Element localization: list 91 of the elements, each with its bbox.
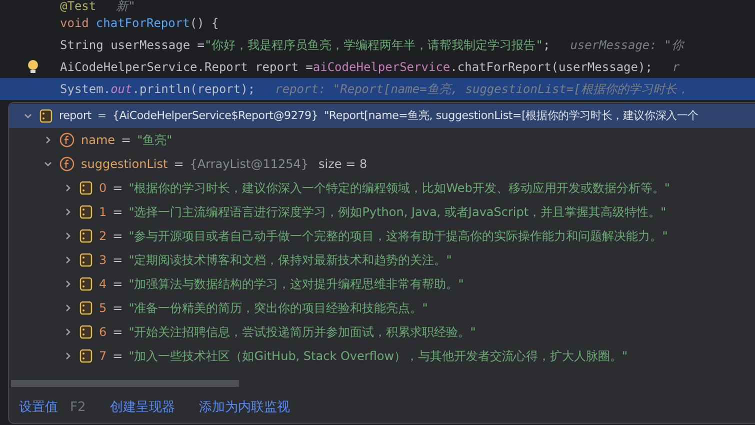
tree-row[interactable]: 6 = "开始关注招聘信息，尝试投递简历并参加面试，积累求职经验。" bbox=[9, 320, 755, 344]
lightbulb-icon[interactable] bbox=[26, 59, 40, 75]
inline-value-hint: 新" bbox=[116, 0, 136, 12]
field-name: aiCodeHelperService bbox=[312, 59, 450, 76]
method-name: chatForReport bbox=[96, 15, 190, 32]
code-text: .chatForReport(userMessage); bbox=[450, 59, 652, 76]
string-value: "根据你的学习时长，建议你深入一个特定的编程领域，比如Web开发、移动应用开发或数据分析等。" bbox=[128, 180, 670, 197]
code-text: System. bbox=[60, 81, 111, 98]
equals-sign: = bbox=[112, 300, 123, 317]
string-value: "参与开源项目或者自己动手做一个完整的项目，这将有助于提高你的实际操作能力和问题解决能力。" bbox=[128, 228, 668, 245]
static-field: out bbox=[110, 80, 132, 98]
chevron-right-icon[interactable] bbox=[63, 207, 73, 217]
tree-row[interactable]: suggestionList = {ArrayList@11254} size = 8 bbox=[9, 152, 755, 176]
variable-name: 1 bbox=[99, 204, 107, 221]
tree-row[interactable]: 0 = "根据你的学习时长，建议你深入一个特定的编程领域，比如Web开发、移动应用开发或数据分析等。" bbox=[9, 176, 755, 200]
list-icon bbox=[79, 181, 93, 195]
list-icon bbox=[79, 205, 93, 219]
list-icon bbox=[79, 301, 93, 315]
equals-sign: = bbox=[112, 252, 123, 269]
inline-value-hint: r bbox=[672, 59, 680, 76]
chevron-right-icon[interactable] bbox=[63, 327, 73, 337]
equals-sign: = bbox=[121, 132, 132, 149]
code-text: () { bbox=[190, 15, 219, 32]
code-text: AiCodeHelperService.Report report = bbox=[60, 59, 313, 76]
list-icon bbox=[79, 253, 93, 267]
string-value: "加入一些技术社区（如GitHub, Stack Overflow），与其他开发者交流心得，扩大人脉圈。" bbox=[128, 348, 628, 365]
variable-name: name bbox=[81, 132, 116, 149]
list-icon bbox=[79, 229, 93, 243]
variable-name: suggestionList bbox=[81, 156, 168, 173]
variable-name: 6 bbox=[99, 324, 107, 341]
action-link[interactable]: 创建呈现器 bbox=[110, 398, 175, 418]
chevron-right-icon[interactable] bbox=[43, 135, 53, 145]
chevron-right-icon[interactable] bbox=[63, 279, 73, 289]
equals-sign: = bbox=[112, 228, 123, 245]
variable-name: report bbox=[59, 108, 92, 124]
object-type: {ArrayList@11254} bbox=[190, 156, 309, 173]
keyword-text: void bbox=[60, 15, 89, 32]
chevron-right-icon[interactable] bbox=[63, 231, 73, 241]
chevron-right-icon[interactable] bbox=[63, 351, 73, 361]
action-link[interactable]: 设置值 bbox=[19, 398, 58, 418]
object-type: {AiCodeHelperService$Report@9279} bbox=[112, 108, 318, 124]
tree-row[interactable]: 7 = "加入一些技术社区（如GitHub, Stack Overflow），与其他开发者交流心得，扩大人脉圈。" bbox=[9, 344, 755, 368]
variable-name: 7 bbox=[99, 348, 107, 365]
code-text: ; bbox=[542, 37, 550, 54]
annotation-text: @Test bbox=[60, 0, 96, 12]
inline-value-hint: report: "Report[name=鱼亮, suggestionList=[根据你的学习时长， bbox=[275, 81, 689, 98]
field-icon bbox=[59, 132, 75, 148]
variable-name: 2 bbox=[99, 228, 107, 245]
tree-row[interactable]: 3 = "定期阅读技术博客和文档，保持对最新技术和趋势的关注。" bbox=[9, 248, 755, 272]
action-link[interactable]: 添加为内联监视 bbox=[198, 398, 290, 418]
equals-sign: = bbox=[112, 180, 123, 197]
tree-row[interactable]: report = {AiCodeHelperService$Report@9279} "Report[name=鱼亮, suggestionList=[根据你的学习时长，建议你深入一个 bbox=[9, 104, 755, 128]
tree-row[interactable]: 5 = "准备一份精美的简历，突出你的项目经验和技能亮点。" bbox=[9, 296, 755, 320]
string-value: "加强算法与数据结构的学习，这对提升编程思维非常有帮助。" bbox=[128, 276, 464, 293]
code-text: .println(report); bbox=[132, 81, 256, 98]
variable-name: 3 bbox=[99, 252, 107, 269]
chevron-right-icon[interactable] bbox=[63, 255, 73, 265]
string-value: "开始关注招聘信息，尝试投递简历并参加面试，积累求职经验。" bbox=[128, 324, 476, 341]
string-value: "鱼亮" bbox=[137, 132, 172, 149]
tree-row[interactable]: 1 = "选择一门主流编程语言进行深度学习，例如Python, Java, 或者JavaScript，并且掌握其高级特性。" bbox=[9, 200, 755, 224]
equals-sign: = bbox=[112, 324, 123, 341]
variable-name: 0 bbox=[99, 180, 107, 197]
chevron-down-icon[interactable] bbox=[43, 159, 53, 169]
string-literal: "你好，我是程序员鱼亮，学编程两年半，请帮我制定学习报告" bbox=[204, 37, 543, 54]
chevron-down-icon[interactable] bbox=[23, 111, 33, 121]
list-icon bbox=[39, 109, 53, 123]
equals-sign: = bbox=[112, 348, 123, 365]
inline-value-hint: userMessage: "你 bbox=[570, 37, 684, 54]
string-value: "准备一份精美的简历，突出你的项目经验和技能亮点。" bbox=[128, 300, 428, 317]
equals-sign: = bbox=[97, 108, 106, 124]
tree-row[interactable]: name = "鱼亮" bbox=[9, 128, 755, 152]
list-icon bbox=[79, 325, 93, 339]
size-text: size = 8 bbox=[318, 156, 368, 173]
equals-sign: = bbox=[174, 156, 184, 173]
variable-name: 4 bbox=[99, 276, 107, 293]
string-value: "定期阅读技术博客和文档，保持对最新技术和趋势的关注。" bbox=[128, 252, 452, 269]
object-value: "Report[name=鱼亮, suggestionList=[根据你的学习时长，建议你深入一个 bbox=[324, 108, 698, 124]
tree-row[interactable]: 4 = "加强算法与数据结构的学习，这对提升编程思维非常有帮助。" bbox=[9, 272, 755, 296]
code-text: String userMessage = bbox=[60, 37, 204, 54]
shortcut-text: F2 bbox=[70, 398, 86, 417]
field-icon bbox=[59, 156, 75, 172]
variable-name: 5 bbox=[99, 300, 107, 317]
chevron-right-icon[interactable] bbox=[63, 303, 73, 313]
string-value: "选择一门主流编程语言进行深度学习，例如Python, Java, 或者JavaScript，并且掌握其高级特性。" bbox=[128, 204, 666, 221]
tree-row[interactable]: 2 = "参与开源项目或者自己动手做一个完整的项目，这将有助于提高你的实际操作能力和问题解决能力。" bbox=[9, 224, 755, 248]
list-icon bbox=[79, 349, 93, 363]
horizontal-scrollbar[interactable] bbox=[11, 380, 239, 387]
chevron-right-icon[interactable] bbox=[63, 183, 73, 193]
equals-sign: = bbox=[112, 276, 123, 293]
list-icon bbox=[79, 277, 93, 291]
equals-sign: = bbox=[112, 204, 123, 221]
